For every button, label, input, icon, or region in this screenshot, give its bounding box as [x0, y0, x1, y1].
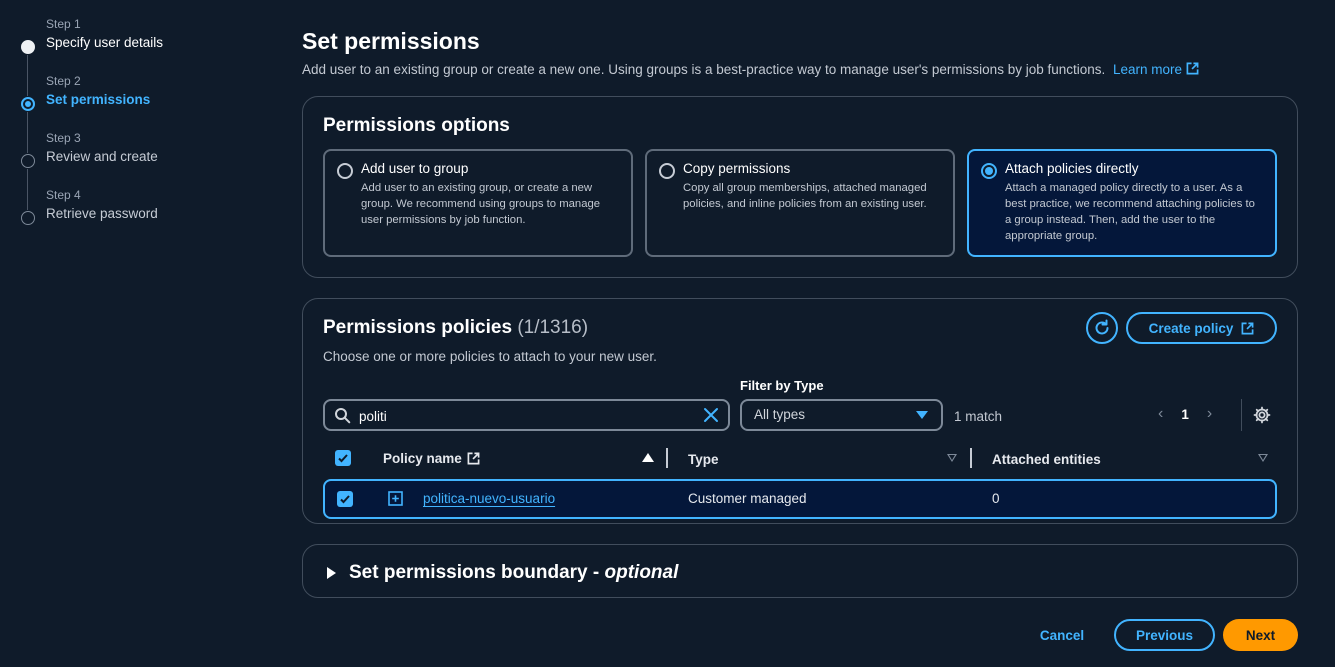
- expand-row-icon[interactable]: [388, 491, 403, 509]
- divider: [1241, 399, 1242, 431]
- column-type[interactable]: Type: [688, 445, 719, 473]
- table-row[interactable]: politica-nuevo-usuario Customer managed …: [323, 479, 1277, 519]
- step-label: Retrieve password: [46, 206, 158, 221]
- search-icon: [335, 408, 351, 424]
- filter-type-value: All types: [754, 407, 806, 422]
- cancel-button[interactable]: Cancel: [1030, 619, 1094, 651]
- option-title: Add user to group: [361, 161, 469, 176]
- policies-subtitle: Choose one or more policies to attach to…: [323, 349, 657, 364]
- learn-more-link[interactable]: Learn more: [1113, 62, 1199, 77]
- step-pending-icon: [21, 154, 35, 168]
- step-number: Step 1: [46, 17, 81, 31]
- page-description-text: Add user to an existing group or create …: [302, 62, 1106, 77]
- column-policy-name[interactable]: Policy name: [383, 444, 480, 472]
- permissions-boundary-panel[interactable]: Set permissions boundary - optional: [302, 544, 1298, 598]
- column-label: Type: [688, 451, 719, 467]
- wizard-steps: Step 1 Specify user details Step 2 Set p…: [20, 16, 260, 244]
- next-button[interactable]: Next: [1223, 619, 1298, 651]
- option-add-user-to-group[interactable]: Add user to group Add user to an existin…: [323, 149, 633, 257]
- next-page-icon[interactable]: ›: [1207, 405, 1212, 423]
- step-number: Step 4: [46, 188, 81, 202]
- option-copy-permissions[interactable]: Copy permissions Copy all group membersh…: [645, 149, 955, 257]
- policy-name-link[interactable]: politica-nuevo-usuario: [423, 491, 555, 506]
- sort-icon[interactable]: [947, 454, 957, 462]
- page-description: Add user to an existing group or create …: [302, 62, 1199, 77]
- step-current-icon: [21, 97, 35, 111]
- column-separator: [970, 448, 972, 468]
- external-link-icon: [467, 452, 480, 464]
- policies-title-text: Permissions policies: [323, 317, 513, 338]
- step-number: Step 3: [46, 131, 81, 145]
- sort-icon[interactable]: [1258, 454, 1268, 462]
- pagination: ‹ 1 ›: [1158, 405, 1212, 423]
- radio-button[interactable]: [659, 163, 675, 179]
- permissions-policies-panel: Permissions policies (1/1316) Create pol…: [302, 298, 1298, 524]
- previous-page-icon[interactable]: ‹: [1158, 405, 1163, 423]
- match-count: 1 match: [954, 409, 1003, 424]
- column-label: Attached entities: [992, 451, 1101, 467]
- step-set-permissions: Step 2 Set permissions: [20, 74, 260, 153]
- permissions-policies-title: Permissions policies (1/1316): [323, 317, 588, 339]
- boundary-title-text: Set permissions boundary -: [349, 562, 605, 583]
- column-separator: [666, 448, 668, 468]
- table-header: Policy name Type Attached entities: [323, 444, 1277, 472]
- sort-ascending-icon[interactable]: [642, 453, 654, 462]
- caret-right-icon[interactable]: [327, 567, 336, 579]
- next-label: Next: [1245, 627, 1276, 643]
- external-link-icon: [1241, 322, 1254, 334]
- learn-more-label: Learn more: [1113, 62, 1183, 77]
- policy-search: [323, 399, 730, 431]
- step-specify-user-details[interactable]: Step 1 Specify user details: [20, 17, 260, 96]
- column-label: Policy name: [383, 450, 462, 466]
- create-policy-label: Create policy: [1148, 320, 1234, 336]
- step-complete-icon: [21, 40, 35, 54]
- step-pending-icon: [21, 211, 35, 225]
- step-label[interactable]: Specify user details: [46, 35, 260, 50]
- select-all-checkbox[interactable]: [335, 444, 351, 472]
- radio-button-selected[interactable]: [981, 163, 997, 179]
- previous-label: Previous: [1135, 627, 1194, 643]
- step-review-and-create: Step 3 Review and create: [20, 131, 260, 210]
- permissions-options-title: Permissions options: [323, 115, 510, 136]
- previous-button[interactable]: Previous: [1114, 619, 1215, 651]
- step-number: Step 2: [46, 74, 81, 88]
- step-retrieve-password: Step 4 Retrieve password: [20, 188, 260, 244]
- caret-down-icon: [916, 411, 928, 419]
- permissions-options-group: Add user to group Add user to an existin…: [323, 149, 1277, 257]
- current-page[interactable]: 1: [1181, 407, 1189, 422]
- option-description: Add user to an existing group, or create…: [361, 182, 601, 226]
- option-attach-policies-directly[interactable]: Attach policies directly Attach a manage…: [967, 149, 1277, 257]
- policy-type-cell: Customer managed: [688, 491, 807, 506]
- checkbox-checked-icon: [337, 491, 353, 507]
- policy-name-cell: politica-nuevo-usuario: [423, 491, 555, 506]
- option-description: Copy all group memberships, attached man…: [683, 182, 927, 210]
- page-title: Set permissions: [302, 28, 480, 54]
- column-attached-entities[interactable]: Attached entities: [992, 445, 1101, 473]
- policies-count: (1/1316): [517, 317, 589, 338]
- search-input[interactable]: [359, 406, 689, 426]
- permissions-options-panel: Permissions options Add user to group Ad…: [302, 96, 1298, 278]
- gear-icon[interactable]: [1253, 406, 1271, 424]
- create-policy-button[interactable]: Create policy: [1126, 312, 1277, 344]
- cancel-label: Cancel: [1039, 627, 1085, 643]
- option-title: Copy permissions: [683, 161, 791, 176]
- boundary-optional-label: optional: [604, 562, 679, 583]
- radio-button[interactable]: [337, 163, 353, 179]
- filter-by-type-label: Filter by Type: [740, 378, 824, 393]
- external-link-icon: [1186, 62, 1199, 75]
- attached-entities-cell: 0: [992, 491, 1000, 506]
- row-checkbox[interactable]: [337, 491, 353, 507]
- step-label: Set permissions: [46, 92, 151, 107]
- option-title: Attach policies directly: [1005, 161, 1139, 176]
- refresh-icon: [1095, 319, 1109, 335]
- clear-search-icon[interactable]: [702, 406, 720, 424]
- refresh-button[interactable]: [1086, 312, 1118, 344]
- step-label: Review and create: [46, 149, 158, 164]
- option-description: Attach a managed policy directly to a us…: [1005, 182, 1255, 242]
- checkbox-checked-icon: [335, 450, 351, 466]
- permissions-boundary-title[interactable]: Set permissions boundary - optional: [349, 562, 678, 584]
- filter-type-select[interactable]: All types: [740, 399, 943, 431]
